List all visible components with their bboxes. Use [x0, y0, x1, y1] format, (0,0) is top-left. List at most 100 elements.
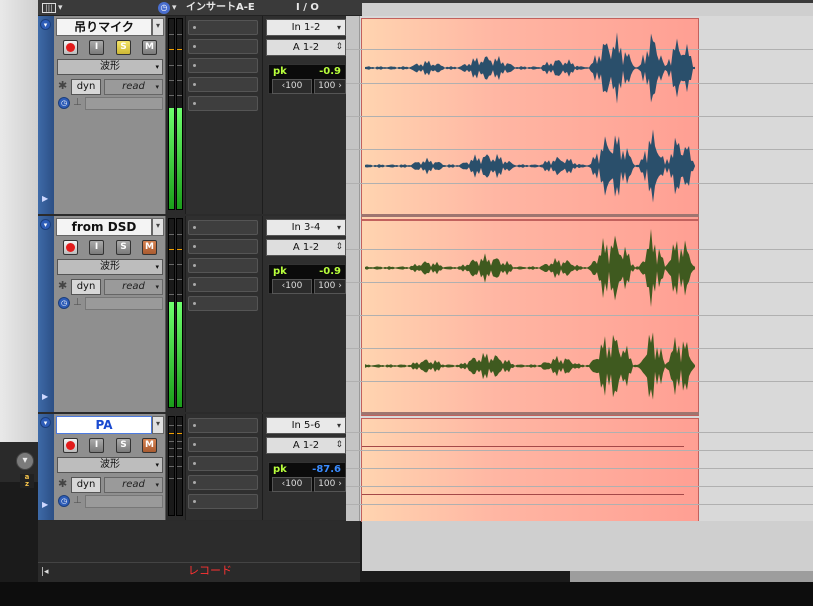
- track-name-field[interactable]: PA: [56, 416, 152, 434]
- pan-right-value[interactable]: 100 ›: [314, 477, 346, 492]
- gear-icon[interactable]: ✱: [58, 279, 67, 293]
- dyn-button[interactable]: dyn: [71, 279, 101, 295]
- waveform-channel-right: [365, 332, 695, 400]
- volume-pan-display[interactable]: pk -0.9 ‹100 100 ›: [268, 64, 346, 94]
- insert-slot-a[interactable]: [188, 418, 258, 433]
- record-arm-button[interactable]: [63, 438, 78, 453]
- insert-slot-d[interactable]: [188, 475, 258, 490]
- insert-slot-b[interactable]: [188, 437, 258, 452]
- gear-icon[interactable]: ✱: [58, 477, 67, 491]
- gear-icon[interactable]: ✱: [58, 79, 67, 93]
- track-name-menu-icon[interactable]: ▾: [152, 18, 164, 36]
- solo-button[interactable]: S: [116, 240, 131, 255]
- output-pin-icon: ⇕: [335, 440, 343, 450]
- chevron-down-icon: ▾: [155, 83, 159, 91]
- chevron-down-icon[interactable]: ▾: [172, 0, 177, 16]
- playlist-arrow-icon[interactable]: ▶: [42, 500, 48, 509]
- silent-waveform-line: [362, 494, 684, 495]
- sort-az-icon[interactable]: az: [20, 474, 34, 488]
- pan-right-value[interactable]: 100 ›: [314, 279, 346, 294]
- dyn-button[interactable]: dyn: [71, 79, 101, 95]
- pan-right-value[interactable]: 100 ›: [314, 79, 346, 94]
- record-arm-button[interactable]: [63, 240, 78, 255]
- input-selector[interactable]: In 3-4 ▾: [266, 219, 346, 236]
- record-arm-button[interactable]: [63, 40, 78, 55]
- mute-button[interactable]: M: [142, 40, 157, 55]
- insert-slot-e[interactable]: [188, 494, 258, 509]
- meter-tick: [177, 234, 182, 236]
- track-view-label: 波形: [100, 261, 120, 272]
- menu-grid-icon[interactable]: |||: [42, 3, 56, 13]
- input-selector-label: In 1-2: [291, 22, 321, 33]
- comments-field[interactable]: [85, 97, 163, 110]
- expand-track-icon[interactable]: ▾: [40, 417, 51, 428]
- expand-track-icon[interactable]: ▾: [40, 19, 51, 30]
- insert-slot-b[interactable]: [188, 39, 258, 54]
- meter-peak-hold: [169, 49, 174, 51]
- output-selector[interactable]: A 1-2 ⇕: [266, 437, 346, 454]
- timeline-ruler[interactable]: [362, 3, 813, 16]
- input-monitor-button[interactable]: I: [89, 40, 104, 55]
- meter-tick: [177, 477, 182, 479]
- volume-pan-display[interactable]: pk -0.9 ‹100 100 ›: [268, 264, 346, 294]
- timebase-clock-icon[interactable]: ◷: [58, 297, 70, 309]
- automation-mode-selector[interactable]: read ▾: [104, 279, 163, 295]
- clock-icon[interactable]: ◷: [158, 2, 170, 14]
- track-view-selector[interactable]: 波形 ▾: [57, 259, 163, 275]
- pan-left-value[interactable]: ‹100: [272, 477, 312, 492]
- insert-slot-c[interactable]: [188, 58, 258, 73]
- dyn-button[interactable]: dyn: [71, 477, 101, 493]
- input-selector[interactable]: In 1-2 ▾: [266, 19, 346, 36]
- input-monitor-button[interactable]: I: [89, 240, 104, 255]
- collapse-button-icon[interactable]: ▾: [16, 452, 34, 470]
- input-selector[interactable]: In 5-6 ▾: [266, 417, 346, 434]
- insert-slot-e[interactable]: [188, 296, 258, 311]
- track-nav-icon[interactable]: |◂: [41, 563, 49, 581]
- insert-slot-c[interactable]: [188, 258, 258, 273]
- volume-pan-display[interactable]: pk -87.6 ‹100 100 ›: [268, 462, 346, 492]
- pan-left-value[interactable]: ‹100: [272, 279, 312, 294]
- mute-button[interactable]: M: [142, 438, 157, 453]
- solo-button[interactable]: S: [116, 40, 131, 55]
- track-name-menu-icon[interactable]: ▾: [152, 218, 164, 236]
- track-name-menu-icon[interactable]: ▾: [152, 416, 164, 434]
- insert-slot-a[interactable]: [188, 220, 258, 235]
- output-selector[interactable]: A 1-2 ⇕: [266, 239, 346, 256]
- meter-peak-hold: [169, 432, 174, 434]
- automation-mode-selector[interactable]: read ▾: [104, 79, 163, 95]
- pan-left-value[interactable]: ‹100: [272, 79, 312, 94]
- track-view-selector[interactable]: 波形 ▾: [57, 59, 163, 75]
- audio-clip[interactable]: [361, 418, 699, 522]
- mute-button[interactable]: M: [142, 240, 157, 255]
- expand-track-icon[interactable]: ▾: [40, 219, 51, 230]
- waveform-shape: [365, 332, 695, 400]
- input-selector-label: In 3-4: [291, 222, 321, 233]
- timebase-clock-icon[interactable]: ◷: [58, 495, 70, 507]
- insert-slot-d[interactable]: [188, 77, 258, 92]
- input-monitor-button[interactable]: I: [89, 438, 104, 453]
- insert-slot-c[interactable]: [188, 456, 258, 471]
- chevron-down-icon[interactable]: ▾: [58, 0, 63, 16]
- track-name-field[interactable]: from DSD: [56, 218, 152, 236]
- chevron-down-icon: ▾: [155, 283, 159, 291]
- insert-slot-b[interactable]: [188, 239, 258, 254]
- meter-tick: [177, 424, 182, 426]
- comments-field[interactable]: [85, 297, 163, 310]
- insert-slot-d[interactable]: [188, 277, 258, 292]
- playlist-arrow-icon[interactable]: ▶: [42, 194, 48, 203]
- level-meter-right: [176, 218, 183, 408]
- track-name-field[interactable]: 吊りマイク: [56, 18, 152, 36]
- automation-mode-selector[interactable]: read ▾: [104, 477, 163, 493]
- timebase-clock-icon[interactable]: ◷: [58, 97, 70, 109]
- comments-field[interactable]: [85, 495, 163, 508]
- timeline-empty-area[interactable]: [362, 521, 813, 571]
- waveform-shape: [365, 228, 695, 308]
- solo-button[interactable]: S: [116, 438, 131, 453]
- playlist-arrow-icon[interactable]: ▶: [42, 392, 48, 401]
- track-select-tab[interactable]: [38, 16, 54, 214]
- insert-slot-a[interactable]: [188, 20, 258, 35]
- output-selector[interactable]: A 1-2 ⇕: [266, 39, 346, 56]
- track-view-selector[interactable]: 波形 ▾: [57, 457, 163, 473]
- insert-slot-e[interactable]: [188, 96, 258, 111]
- track-select-tab[interactable]: [38, 216, 54, 412]
